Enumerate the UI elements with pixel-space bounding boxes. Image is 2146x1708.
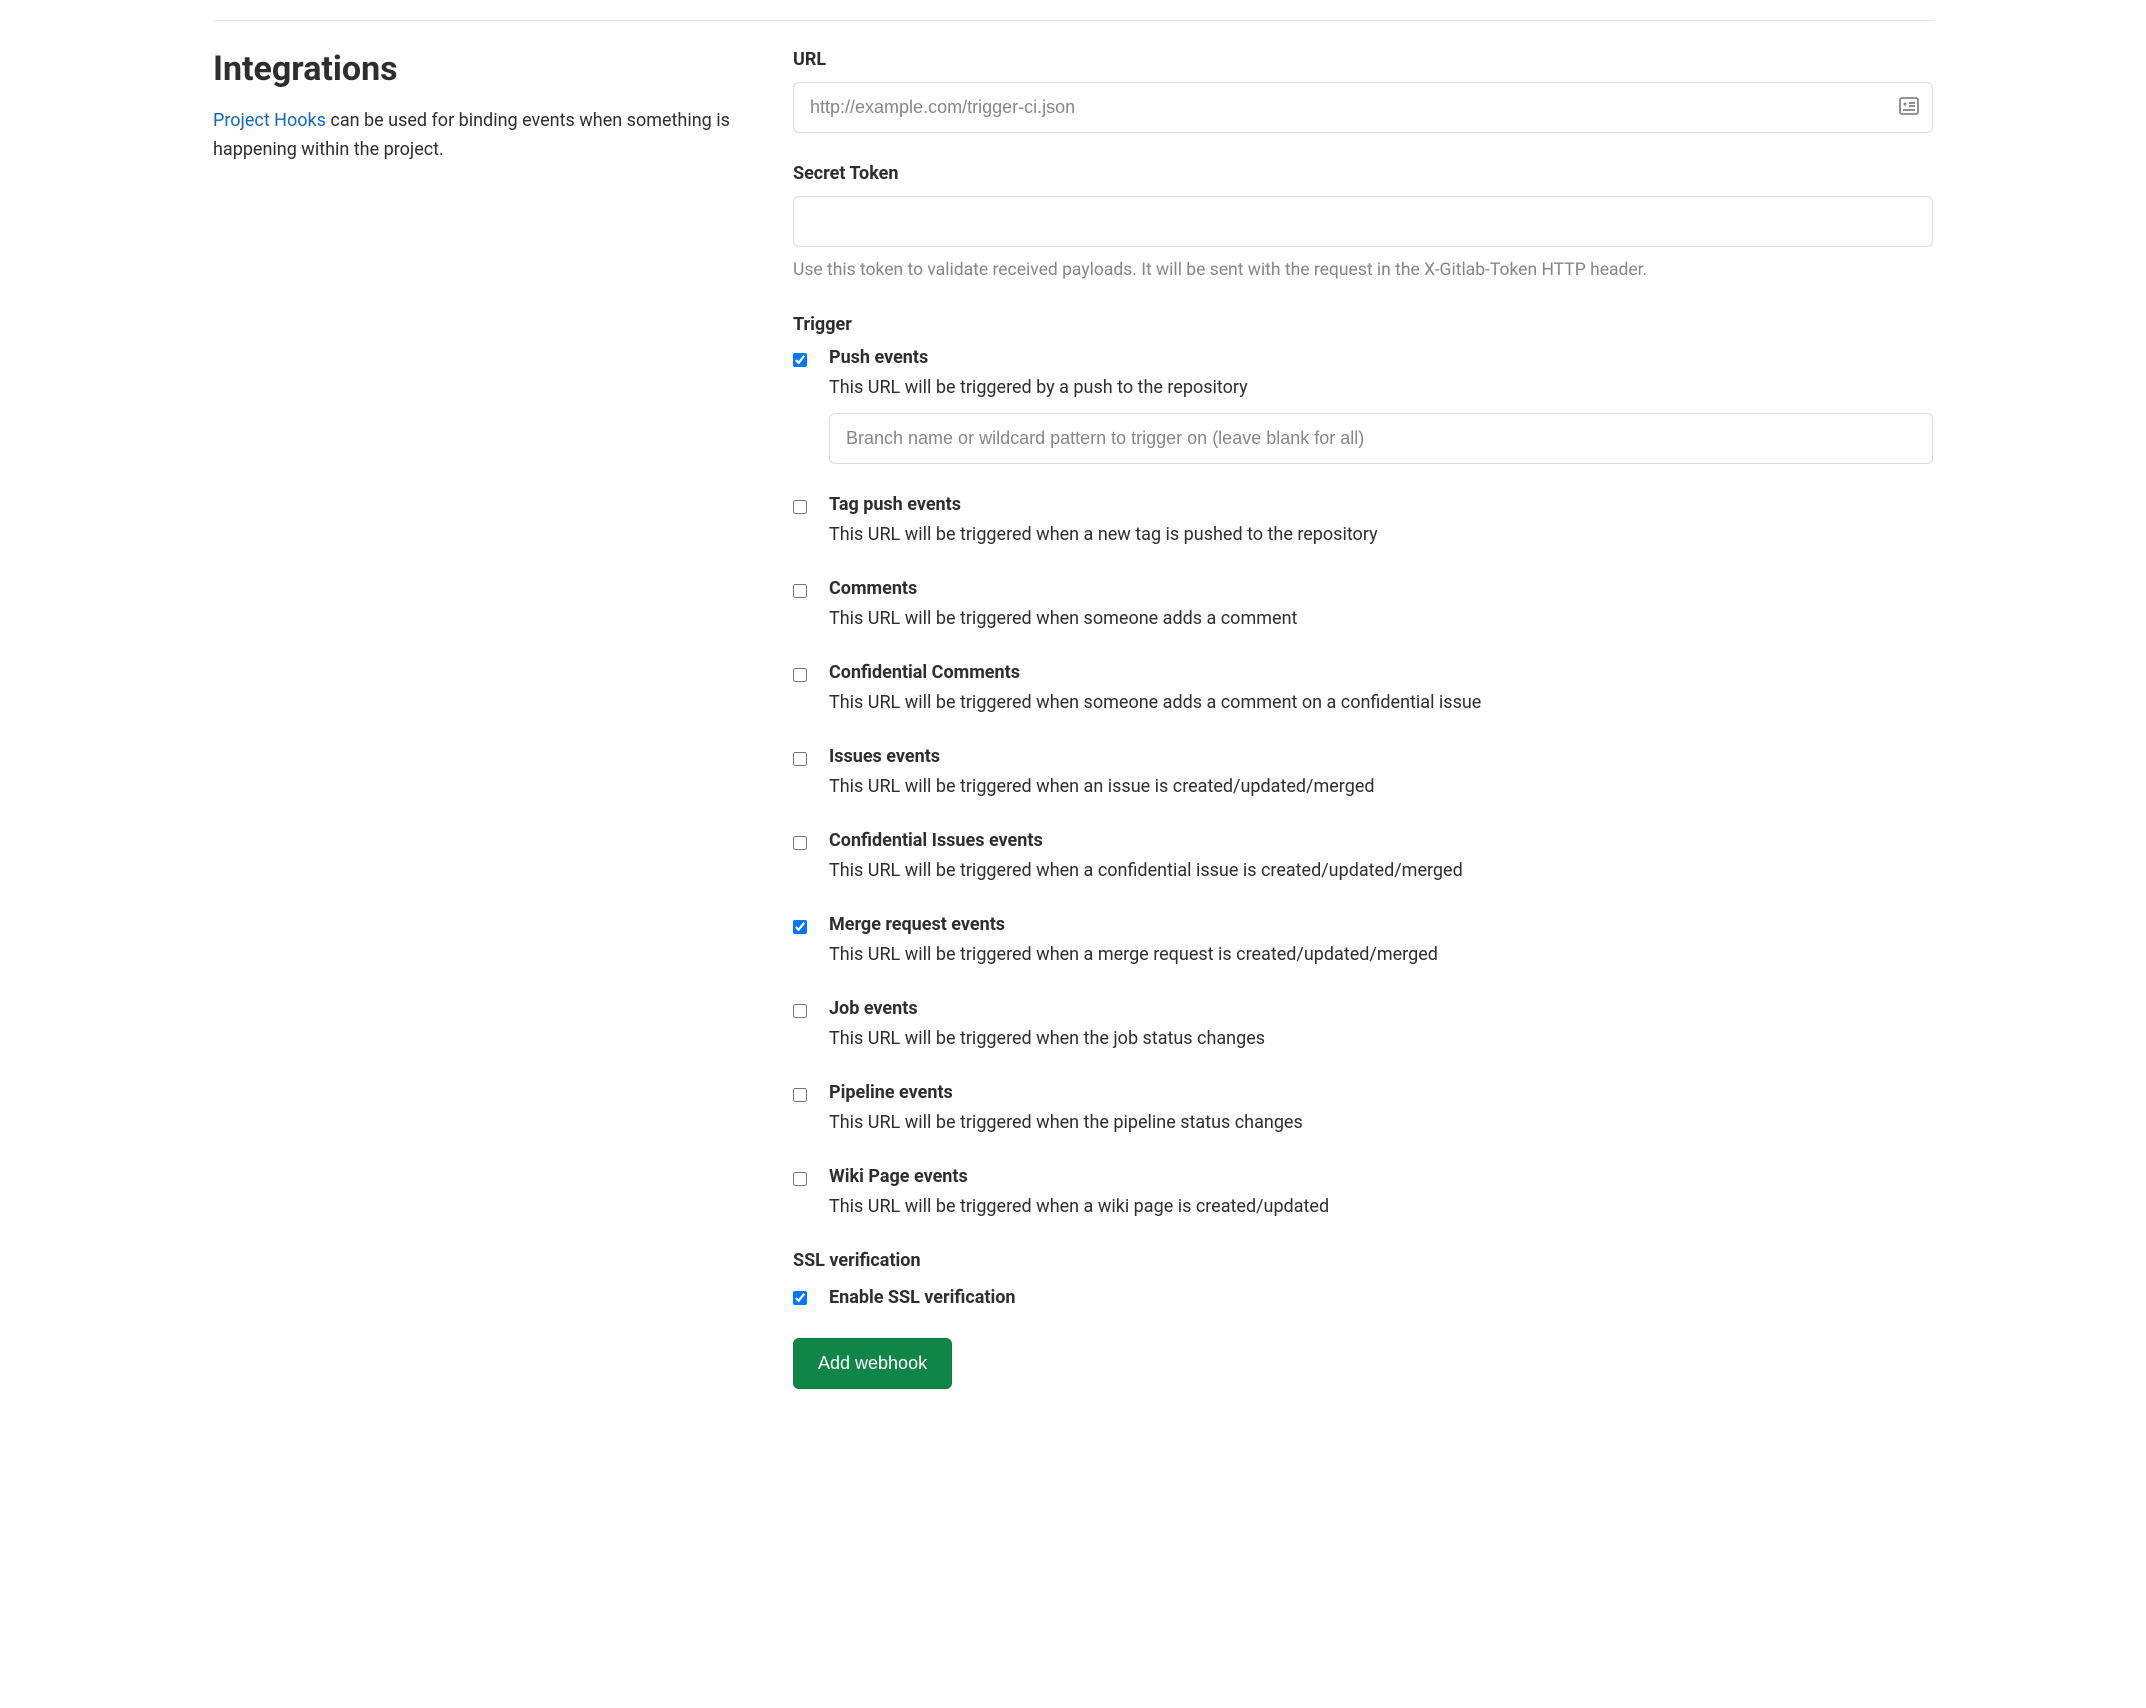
trigger-desc: This URL will be triggered when the pipe… bbox=[829, 1109, 1933, 1136]
trigger-content: Confidential Comments This URL will be tr… bbox=[829, 662, 1933, 716]
trigger-desc: This URL will be triggered when a wiki p… bbox=[829, 1193, 1933, 1220]
sidebar: Integrations Project Hooks can be used f… bbox=[213, 49, 753, 1389]
secret-token-label: Secret Token bbox=[793, 163, 1933, 184]
trigger-content: Issues events This URL will be triggered … bbox=[829, 746, 1933, 800]
trigger-title: Job events bbox=[829, 998, 1933, 1019]
main-form: URL Secret Token bbox=[793, 49, 1933, 1389]
trigger-item: Tag push events This URL will be triggere… bbox=[793, 494, 1933, 548]
sidebar-description: Project Hooks can be used for binding ev… bbox=[213, 107, 753, 165]
trigger-item: Issues events This URL will be triggered … bbox=[793, 746, 1933, 800]
trigger-desc: This URL will be triggered when someone … bbox=[829, 605, 1933, 632]
trigger-title: Confidential Issues events bbox=[829, 830, 1933, 851]
trigger-desc: This URL will be triggered when an issue… bbox=[829, 773, 1933, 800]
secret-token-help: Use this token to validate received payl… bbox=[793, 257, 1933, 284]
ssl-checkbox[interactable] bbox=[793, 1291, 807, 1305]
trigger-title: Push events bbox=[829, 347, 1933, 368]
trigger-title: Merge request events bbox=[829, 914, 1933, 935]
trigger-desc: This URL will be triggered when a merge … bbox=[829, 941, 1933, 968]
trigger-checkbox[interactable] bbox=[793, 1088, 807, 1102]
trigger-checkbox[interactable] bbox=[793, 752, 807, 766]
trigger-desc: This URL will be triggered when the job … bbox=[829, 1025, 1933, 1052]
trigger-title: Pipeline events bbox=[829, 1082, 1933, 1103]
trigger-content: Confidential Issues events This URL will … bbox=[829, 830, 1933, 884]
trigger-desc: This URL will be triggered when someone … bbox=[829, 689, 1933, 716]
secret-token-input[interactable] bbox=[793, 196, 1933, 247]
trigger-checkbox[interactable] bbox=[793, 584, 807, 598]
ssl-checkbox-label: Enable SSL verification bbox=[829, 1287, 1015, 1308]
trigger-title: Issues events bbox=[829, 746, 1933, 767]
project-hooks-link[interactable]: Project Hooks bbox=[213, 110, 326, 131]
trigger-content: Tag push events This URL will be triggere… bbox=[829, 494, 1933, 548]
trigger-content: Merge request events This URL will be tri… bbox=[829, 914, 1933, 968]
trigger-content: Push events This URL will be triggered by… bbox=[829, 347, 1933, 464]
trigger-checkbox[interactable] bbox=[793, 920, 807, 934]
trigger-desc: This URL will be triggered when a new ta… bbox=[829, 521, 1933, 548]
trigger-title: Wiki Page events bbox=[829, 1166, 1933, 1187]
trigger-checkbox[interactable] bbox=[793, 668, 807, 682]
trigger-item: Wiki Page events This URL will be trigger… bbox=[793, 1166, 1933, 1220]
ssl-label: SSL verification bbox=[793, 1250, 1933, 1271]
url-label: URL bbox=[793, 49, 1933, 70]
trigger-item: Push events This URL will be triggered by… bbox=[793, 347, 1933, 464]
trigger-content: Comments This URL will be triggered when … bbox=[829, 578, 1933, 632]
branch-pattern-input[interactable] bbox=[829, 413, 1933, 464]
trigger-item: Merge request events This URL will be tri… bbox=[793, 914, 1933, 968]
add-webhook-button[interactable]: Add webhook bbox=[793, 1338, 952, 1389]
trigger-content: Wiki Page events This URL will be trigger… bbox=[829, 1166, 1933, 1220]
trigger-checkbox[interactable] bbox=[793, 836, 807, 850]
trigger-checkbox[interactable] bbox=[793, 1172, 807, 1186]
trigger-checkbox[interactable] bbox=[793, 500, 807, 514]
trigger-list: Push events This URL will be triggered by… bbox=[793, 347, 1933, 1220]
trigger-item: Confidential Comments This URL will be tr… bbox=[793, 662, 1933, 716]
trigger-item: Job events This URL will be triggered whe… bbox=[793, 998, 1933, 1052]
trigger-checkbox[interactable] bbox=[793, 1004, 807, 1018]
page-title: Integrations bbox=[213, 49, 753, 89]
trigger-title: Comments bbox=[829, 578, 1933, 599]
trigger-content: Job events This URL will be triggered whe… bbox=[829, 998, 1933, 1052]
trigger-item: Pipeline events This URL will be triggere… bbox=[793, 1082, 1933, 1136]
trigger-desc: This URL will be triggered when a confid… bbox=[829, 857, 1933, 884]
trigger-desc: This URL will be triggered by a push to … bbox=[829, 374, 1933, 401]
url-input[interactable] bbox=[793, 82, 1933, 133]
trigger-label: Trigger bbox=[793, 314, 1933, 335]
trigger-title: Tag push events bbox=[829, 494, 1933, 515]
trigger-content: Pipeline events This URL will be triggere… bbox=[829, 1082, 1933, 1136]
trigger-item: Confidential Issues events This URL will … bbox=[793, 830, 1933, 884]
trigger-checkbox[interactable] bbox=[793, 353, 807, 367]
trigger-item: Comments This URL will be triggered when … bbox=[793, 578, 1933, 632]
trigger-title: Confidential Comments bbox=[829, 662, 1933, 683]
